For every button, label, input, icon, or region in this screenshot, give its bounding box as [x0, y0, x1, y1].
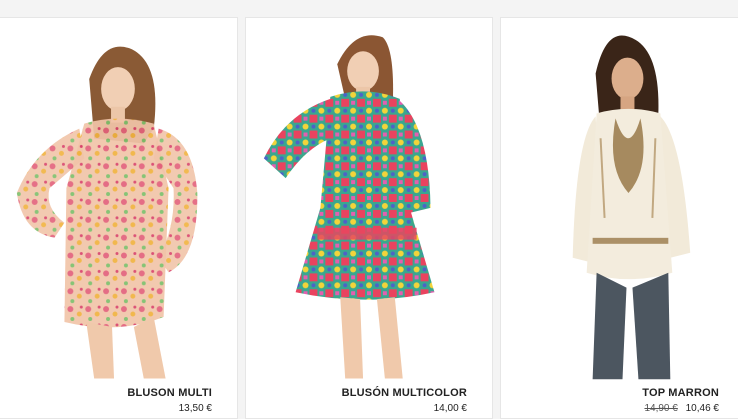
- product-price: 13,50 €: [178, 403, 212, 414]
- product-image[interactable]: [501, 18, 738, 380]
- product-price-row: 14,00 €: [342, 402, 467, 416]
- product-name[interactable]: TOP MARRON: [642, 386, 719, 400]
- product-info: BLUSON MULTI 13,50 €: [127, 386, 212, 416]
- product-card[interactable]: BLUSON MULTI 13,50 €: [0, 17, 238, 419]
- product-price-row: 13,50 €: [127, 402, 212, 416]
- product-grid: BLUSON MULTI 13,50 € BLUSÓN MULTICOLOR 1…: [0, 0, 738, 419]
- product-price-row: 14,90 € 10,46 €: [642, 402, 719, 416]
- product-name[interactable]: BLUSÓN MULTICOLOR: [342, 386, 467, 400]
- product-old-price: 14,90 €: [644, 403, 678, 414]
- product-card[interactable]: BLUSÓN MULTICOLOR 14,00 €: [245, 17, 493, 419]
- product-card[interactable]: TOP MARRON 14,90 € 10,46 €: [500, 17, 738, 419]
- product-price: 10,46 €: [685, 403, 719, 414]
- product-image[interactable]: [0, 18, 237, 380]
- product-name[interactable]: BLUSON MULTI: [127, 386, 212, 400]
- product-info: TOP MARRON 14,90 € 10,46 €: [642, 386, 719, 416]
- product-price: 14,00 €: [433, 403, 467, 414]
- product-image[interactable]: [246, 18, 492, 380]
- product-info: BLUSÓN MULTICOLOR 14,00 €: [342, 386, 467, 416]
